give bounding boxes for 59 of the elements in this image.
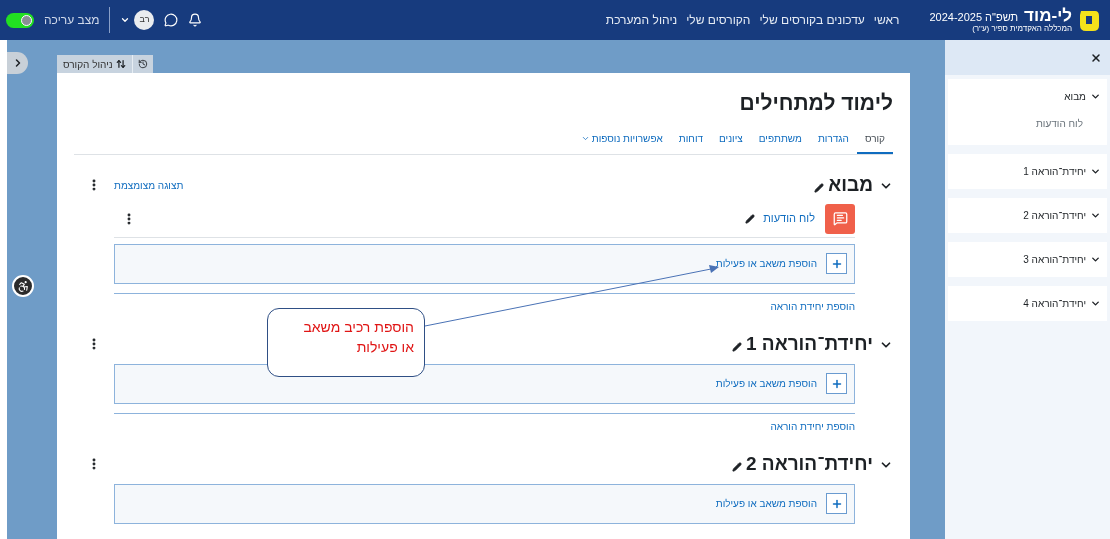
chevron-down-icon[interactable] (1090, 91, 1101, 102)
user-avatar[interactable]: רב (134, 10, 155, 30)
edit-mode-toggle[interactable] (6, 12, 34, 28)
course-tab[interactable]: דוחות (670, 130, 712, 154)
user-menu-caret-icon[interactable] (120, 15, 131, 25)
accessibility-icon[interactable] (12, 275, 34, 297)
up-down-arrow-icon (115, 59, 126, 69)
course-management-button[interactable]: ניהול הקורס (57, 55, 132, 73)
add-button[interactable] (826, 253, 847, 274)
nav-link[interactable]: הקורסים שלי (686, 11, 751, 29)
chevron-down-icon[interactable] (1090, 210, 1101, 221)
plus-icon (830, 257, 843, 270)
course-index-item[interactable]: יחידת־הוראה 2 (1023, 208, 1086, 223)
course-index-item[interactable]: יחידת־הוראה 3 (1023, 252, 1086, 267)
history-icon (137, 59, 148, 69)
plus-icon (830, 377, 843, 390)
add-activity-link[interactable]: הוספת משאב או פעילות (715, 256, 817, 271)
drawer-toggle-button[interactable] (7, 52, 28, 74)
callout: הוספת רכיב משאב או פעילות (267, 308, 425, 377)
course-tab[interactable]: הגדרות (809, 130, 857, 154)
section-title: מבוא (828, 173, 873, 198)
academic-year: תשפ"ה 2024-2025 (929, 12, 1019, 23)
nav-link[interactable]: ראשי (873, 11, 900, 29)
section-title: יחידת־הוראה 1 (746, 332, 873, 357)
add-section-link[interactable]: הוספת יחידת הוראה (770, 418, 855, 434)
add-activity-link[interactable]: הוספת משאב או פעילות (715, 376, 817, 391)
nav-link[interactable]: ניהול המערכת (605, 11, 678, 29)
course-tab[interactable]: קורס (856, 130, 893, 154)
course-tab[interactable]: אפשרויות נוספות (572, 130, 671, 154)
course-index-item[interactable]: לוח הודעות (954, 116, 1083, 131)
edit-pencil-icon[interactable] (732, 461, 742, 472)
notifications-icon[interactable] (188, 13, 203, 27)
course-index-item[interactable]: מבוא (1064, 89, 1086, 104)
chevron-down-icon[interactable] (1090, 298, 1101, 309)
add-section-link[interactable]: הוספת יחידת הוראה (770, 298, 855, 314)
collapsed-view-link[interactable]: תצוגה מצומצמת (114, 178, 184, 193)
course-tab[interactable]: ציונים (711, 130, 751, 154)
chevron-down-icon[interactable] (1090, 166, 1101, 177)
edit-pencil-icon[interactable] (732, 341, 742, 352)
edit-pencil-icon[interactable] (814, 182, 825, 193)
close-icon[interactable] (1090, 51, 1102, 64)
section-title: יחידת־הוראה 2 (746, 452, 873, 477)
add-button[interactable] (826, 493, 847, 514)
plus-icon (830, 497, 843, 510)
chevron-down-icon[interactable] (1090, 254, 1101, 265)
course-index-item[interactable]: יחידת־הוראה 1 (1023, 164, 1086, 179)
nav-link[interactable]: עדכונים בקורסים שלי (759, 11, 865, 29)
forum-icon (825, 203, 855, 234)
edit-pencil-icon[interactable] (745, 213, 756, 224)
institution-name: המכללה האקדמית ספיר (ע"ר) (971, 25, 1072, 33)
activity-link[interactable]: לוח הודעות (763, 210, 815, 227)
add-activity-link[interactable]: הוספת משאב או פעילות (715, 496, 817, 511)
add-button[interactable] (826, 373, 847, 394)
course-tab[interactable]: משתתפים (750, 130, 810, 154)
messages-icon[interactable] (164, 13, 179, 27)
course-title: לימוד למתחילים (738, 90, 893, 116)
edit-mode-label: מצב עריכה (44, 12, 100, 29)
course-index-item[interactable]: יחידת־הוראה 4 (1023, 296, 1086, 311)
logo-text: לי-מוד (1024, 7, 1072, 24)
